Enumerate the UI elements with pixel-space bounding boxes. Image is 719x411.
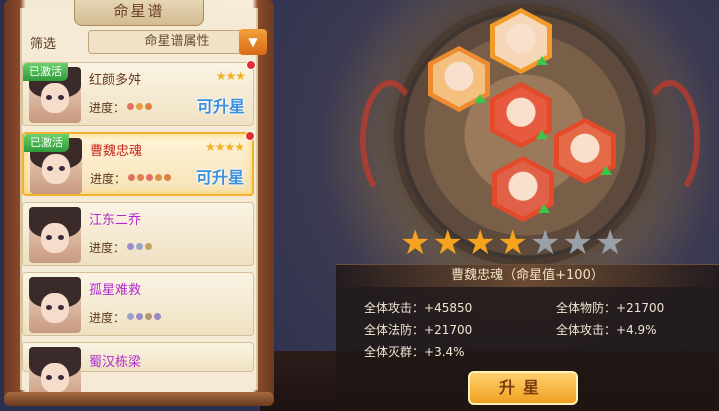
- progress-dots: [127, 243, 152, 250]
- star-filled-icon: ★: [464, 223, 496, 263]
- progress-dot: [127, 103, 134, 110]
- star-empty-icon: ★: [562, 223, 593, 263]
- star-rating: ★★★: [215, 69, 246, 83]
- progress-dot: [145, 313, 152, 320]
- star-empty-icon: ★: [529, 223, 561, 263]
- progress-label: 进度：: [89, 311, 126, 325]
- stat-3: 全体攻击：+4.9%: [556, 323, 657, 337]
- star-set-name: 蜀汉栋梁: [89, 355, 142, 370]
- green-up-arrow-icon: [600, 166, 612, 175]
- star-empty-icon: ★: [594, 223, 626, 263]
- star-level-row: ★ ★ ★ ★ ★ ★ ★: [400, 226, 625, 260]
- progress-dot: [136, 243, 143, 250]
- notification-dot: [246, 60, 256, 70]
- progress-dot: [164, 174, 171, 181]
- green-up-arrow-icon: [536, 130, 548, 139]
- filter-dropdown[interactable]: 命星谱属性 ▼: [88, 29, 267, 55]
- upgrade-star-button[interactable]: 升星: [468, 371, 578, 405]
- star-list: 已激活 红颜多舛 ★★★ 进度： 可升星 已激活 曹魏忠魂 ★★★★ 进度： 可升星 江东二乔 进度：…: [22, 60, 256, 403]
- progress-dot: [128, 174, 135, 181]
- progress-dot: [127, 313, 134, 320]
- activated-badge: 已激活: [23, 63, 68, 81]
- star-set-name: 红颜多舛: [89, 73, 142, 88]
- star-filled-icon: ★: [497, 223, 528, 263]
- filter-label: 筛选: [30, 37, 57, 52]
- chevron-down-icon[interactable]: ▼: [239, 29, 267, 55]
- info-title: 曹魏忠魂（命星值+100）: [336, 265, 719, 287]
- hero-avatar: [29, 277, 81, 333]
- decor-swirl-right: [640, 80, 700, 200]
- filter-value: 命星谱属性: [144, 34, 210, 49]
- green-up-arrow-icon: [538, 204, 550, 213]
- progress-dot: [145, 243, 152, 250]
- green-up-arrow-icon: [474, 94, 486, 103]
- hero-avatar: [29, 207, 81, 263]
- star-set-name: 江东二乔: [89, 213, 142, 228]
- star-list-item[interactable]: 孤星难救进度：: [22, 272, 254, 336]
- stat-0: 全体攻击：+45850: [364, 301, 473, 315]
- star-rating: ★★★★: [204, 140, 245, 154]
- can-upgrade-label[interactable]: 可升星: [197, 93, 245, 117]
- star-list-item[interactable]: 江东二乔进度：: [22, 202, 254, 266]
- stat-4: 全体灭群：+3.4%: [364, 345, 465, 359]
- stat-2: 全体法防：+21700: [364, 323, 473, 337]
- progress-label: 进度：: [89, 101, 126, 115]
- notification-dot: [245, 131, 255, 141]
- scroll-roller: [4, 392, 274, 406]
- star-set-name: 孤星难救: [89, 283, 142, 298]
- progress-dot: [136, 313, 143, 320]
- star-set-name: 曹魏忠魂: [90, 144, 143, 159]
- star-list-panel: 命星谱 筛选 命星谱属性 ▼ 已激活 红颜多舛 ★★★ 进度： 可升星 已激活 曹魏忠魂 ★★…: [4, 0, 274, 406]
- decor-swirl-left: [360, 80, 420, 200]
- progress-dot: [136, 103, 143, 110]
- star-list-item[interactable]: 已激活曹魏忠魂 ★★★★ 进度： 可升星: [22, 131, 255, 196]
- progress-dot: [127, 243, 134, 250]
- progress-dot: [146, 174, 153, 181]
- star-filled-icon: ★: [432, 223, 463, 263]
- activated-badge: 已激活: [24, 134, 69, 152]
- star-filled-icon: ★: [400, 223, 431, 263]
- star-list-item[interactable]: 蜀汉栋梁: [22, 342, 254, 403]
- green-up-arrow-icon: [536, 56, 548, 65]
- progress-dots: [128, 174, 171, 181]
- progress-label: 进度：: [90, 172, 127, 186]
- can-upgrade-label[interactable]: 可升星: [196, 164, 244, 188]
- star-list-item[interactable]: 已激活红颜多舛 ★★★ 进度： 可升星: [22, 60, 256, 126]
- progress-dot: [137, 174, 144, 181]
- progress-label: 进度：: [89, 241, 126, 255]
- progress-dot: [154, 313, 161, 320]
- progress-dots: [127, 313, 161, 320]
- stat-1: 全体物防：+21700: [556, 301, 665, 315]
- panel-title: 命星谱: [74, 0, 204, 26]
- filter-row: 筛选 命星谱属性 ▼: [30, 29, 267, 55]
- progress-dots: [127, 103, 152, 110]
- progress-dot: [155, 174, 162, 181]
- progress-dot: [145, 103, 152, 110]
- info-panel: 曹魏忠魂（命星值+100） 全体攻击：+45850 全体物防：+21700 全体…: [336, 264, 719, 411]
